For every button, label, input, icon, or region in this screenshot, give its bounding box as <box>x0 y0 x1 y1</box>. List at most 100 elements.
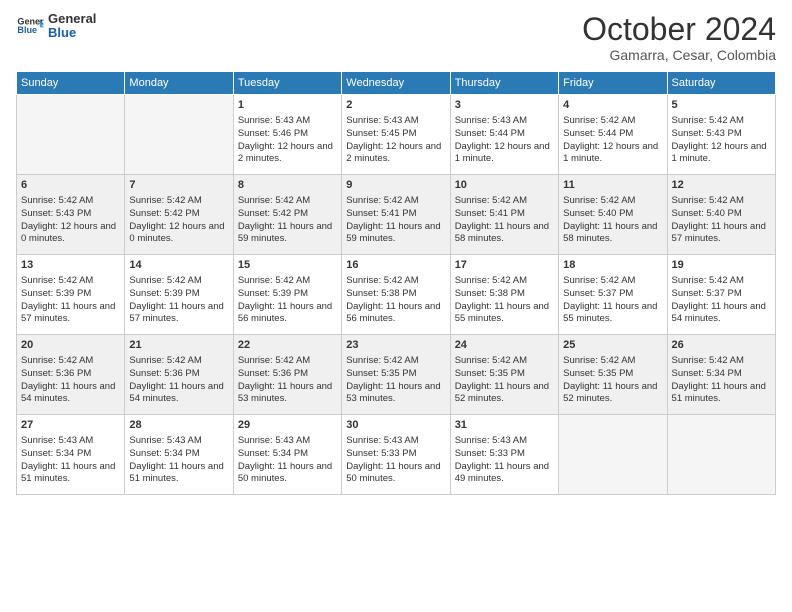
sunrise-text: Sunrise: 5:42 AM <box>21 275 120 288</box>
calendar: SundayMondayTuesdayWednesdayThursdayFrid… <box>16 71 776 495</box>
header-thursday: Thursday <box>450 72 558 95</box>
sunset-text: Sunset: 5:34 PM <box>21 448 120 461</box>
sunrise-text: Sunrise: 5:43 AM <box>238 115 337 128</box>
calendar-cell: 25Sunrise: 5:42 AMSunset: 5:35 PMDayligh… <box>559 335 667 415</box>
daylight-text: Daylight: 12 hours and 0 minutes. <box>21 221 120 247</box>
sunset-text: Sunset: 5:43 PM <box>672 128 771 141</box>
sunset-text: Sunset: 5:39 PM <box>21 288 120 301</box>
sunrise-text: Sunrise: 5:42 AM <box>672 275 771 288</box>
svg-text:Blue: Blue <box>17 25 37 35</box>
calendar-cell: 17Sunrise: 5:42 AMSunset: 5:38 PMDayligh… <box>450 255 558 335</box>
day-number: 11 <box>563 178 662 193</box>
daylight-text: Daylight: 12 hours and 1 minute. <box>672 141 771 167</box>
sunrise-text: Sunrise: 5:42 AM <box>455 275 554 288</box>
sunrise-text: Sunrise: 5:43 AM <box>455 115 554 128</box>
day-number: 10 <box>455 178 554 193</box>
calendar-cell: 16Sunrise: 5:42 AMSunset: 5:38 PMDayligh… <box>342 255 450 335</box>
daylight-text: Daylight: 12 hours and 1 minute. <box>563 141 662 167</box>
sunrise-text: Sunrise: 5:42 AM <box>129 355 228 368</box>
sunset-text: Sunset: 5:42 PM <box>129 208 228 221</box>
title-area: October 2024 Gamarra, Cesar, Colombia <box>582 12 776 63</box>
calendar-cell: 24Sunrise: 5:42 AMSunset: 5:35 PMDayligh… <box>450 335 558 415</box>
calendar-cell: 6Sunrise: 5:42 AMSunset: 5:43 PMDaylight… <box>17 175 125 255</box>
sunrise-text: Sunrise: 5:42 AM <box>346 355 445 368</box>
header-monday: Monday <box>125 72 233 95</box>
day-number: 19 <box>672 258 771 273</box>
daylight-text: Daylight: 11 hours and 53 minutes. <box>346 381 445 407</box>
calendar-cell <box>667 415 775 495</box>
sunrise-text: Sunrise: 5:42 AM <box>672 195 771 208</box>
week-row-2: 6Sunrise: 5:42 AMSunset: 5:43 PMDaylight… <box>17 175 776 255</box>
sunset-text: Sunset: 5:35 PM <box>455 368 554 381</box>
daylight-text: Daylight: 11 hours and 51 minutes. <box>21 461 120 487</box>
logo-line2: Blue <box>48 26 96 40</box>
sunrise-text: Sunrise: 5:42 AM <box>563 115 662 128</box>
week-row-1: 1Sunrise: 5:43 AMSunset: 5:46 PMDaylight… <box>17 95 776 175</box>
sunset-text: Sunset: 5:33 PM <box>455 448 554 461</box>
calendar-cell <box>559 415 667 495</box>
sunset-text: Sunset: 5:38 PM <box>346 288 445 301</box>
sunrise-text: Sunrise: 5:42 AM <box>563 195 662 208</box>
day-number: 23 <box>346 338 445 353</box>
daylight-text: Daylight: 11 hours and 57 minutes. <box>672 221 771 247</box>
daylight-text: Daylight: 11 hours and 57 minutes. <box>129 301 228 327</box>
day-number: 9 <box>346 178 445 193</box>
sunset-text: Sunset: 5:43 PM <box>21 208 120 221</box>
sunset-text: Sunset: 5:44 PM <box>455 128 554 141</box>
sunrise-text: Sunrise: 5:42 AM <box>563 275 662 288</box>
day-number: 31 <box>455 418 554 433</box>
day-number: 20 <box>21 338 120 353</box>
calendar-cell: 14Sunrise: 5:42 AMSunset: 5:39 PMDayligh… <box>125 255 233 335</box>
calendar-cell: 12Sunrise: 5:42 AMSunset: 5:40 PMDayligh… <box>667 175 775 255</box>
daylight-text: Daylight: 11 hours and 58 minutes. <box>563 221 662 247</box>
header-friday: Friday <box>559 72 667 95</box>
sunset-text: Sunset: 5:36 PM <box>129 368 228 381</box>
calendar-cell: 29Sunrise: 5:43 AMSunset: 5:34 PMDayligh… <box>233 415 341 495</box>
calendar-cell: 15Sunrise: 5:42 AMSunset: 5:39 PMDayligh… <box>233 255 341 335</box>
calendar-cell: 4 Sunrise: 5:42 AMSunset: 5:44 PMDaylight… <box>559 95 667 175</box>
daylight-text: Daylight: 11 hours and 54 minutes. <box>129 381 228 407</box>
header-wednesday: Wednesday <box>342 72 450 95</box>
daylight-text: Daylight: 11 hours and 58 minutes. <box>455 221 554 247</box>
calendar-cell: 23 Sunrise: 5:42 AMSunset: 5:35 PMDayligh… <box>342 335 450 415</box>
calendar-cell: 7Sunrise: 5:42 AMSunset: 5:42 PMDaylight… <box>125 175 233 255</box>
day-number: 25 <box>563 338 662 353</box>
calendar-cell: 9Sunrise: 5:42 AMSunset: 5:41 PMDaylight… <box>342 175 450 255</box>
sunset-text: Sunset: 5:46 PM <box>238 128 337 141</box>
sunset-text: Sunset: 5:35 PM <box>346 368 445 381</box>
daylight-text: Daylight: 11 hours and 50 minutes. <box>346 461 445 487</box>
day-number: 16 <box>346 258 445 273</box>
sunrise-text: Sunrise: 5:42 AM <box>455 355 554 368</box>
day-number: 28 <box>129 418 228 433</box>
sunrise-text: Sunrise: 5:42 AM <box>129 195 228 208</box>
daylight-text: Daylight: 11 hours and 54 minutes. <box>672 301 771 327</box>
day-number: 4 <box>563 98 662 113</box>
sunset-text: Sunset: 5:36 PM <box>238 368 337 381</box>
calendar-cell: 10Sunrise: 5:42 AMSunset: 5:41 PMDayligh… <box>450 175 558 255</box>
sunset-text: Sunset: 5:44 PM <box>563 128 662 141</box>
day-number: 6 <box>21 178 120 193</box>
day-number: 2 <box>346 98 445 113</box>
sunset-text: Sunset: 5:34 PM <box>129 448 228 461</box>
day-number: 14 <box>129 258 228 273</box>
sunset-text: Sunset: 5:33 PM <box>346 448 445 461</box>
sunset-text: Sunset: 5:38 PM <box>455 288 554 301</box>
daylight-text: Daylight: 11 hours and 56 minutes. <box>238 301 337 327</box>
sunset-text: Sunset: 5:42 PM <box>238 208 337 221</box>
header-sunday: Sunday <box>17 72 125 95</box>
location: Gamarra, Cesar, Colombia <box>582 47 776 63</box>
sunrise-text: Sunrise: 5:42 AM <box>672 355 771 368</box>
calendar-cell: 1Sunrise: 5:43 AMSunset: 5:46 PMDaylight… <box>233 95 341 175</box>
day-number: 5 <box>672 98 771 113</box>
header-tuesday: Tuesday <box>233 72 341 95</box>
sunrise-text: Sunrise: 5:42 AM <box>129 275 228 288</box>
day-number: 17 <box>455 258 554 273</box>
day-number: 8 <box>238 178 337 193</box>
logo-line1: General <box>48 12 96 26</box>
daylight-text: Daylight: 11 hours and 52 minutes. <box>455 381 554 407</box>
sunrise-text: Sunrise: 5:42 AM <box>346 195 445 208</box>
day-number: 30 <box>346 418 445 433</box>
calendar-cell: 18Sunrise: 5:42 AMSunset: 5:37 PMDayligh… <box>559 255 667 335</box>
sunset-text: Sunset: 5:40 PM <box>563 208 662 221</box>
header: General Blue General Blue October 2024 G… <box>16 12 776 63</box>
